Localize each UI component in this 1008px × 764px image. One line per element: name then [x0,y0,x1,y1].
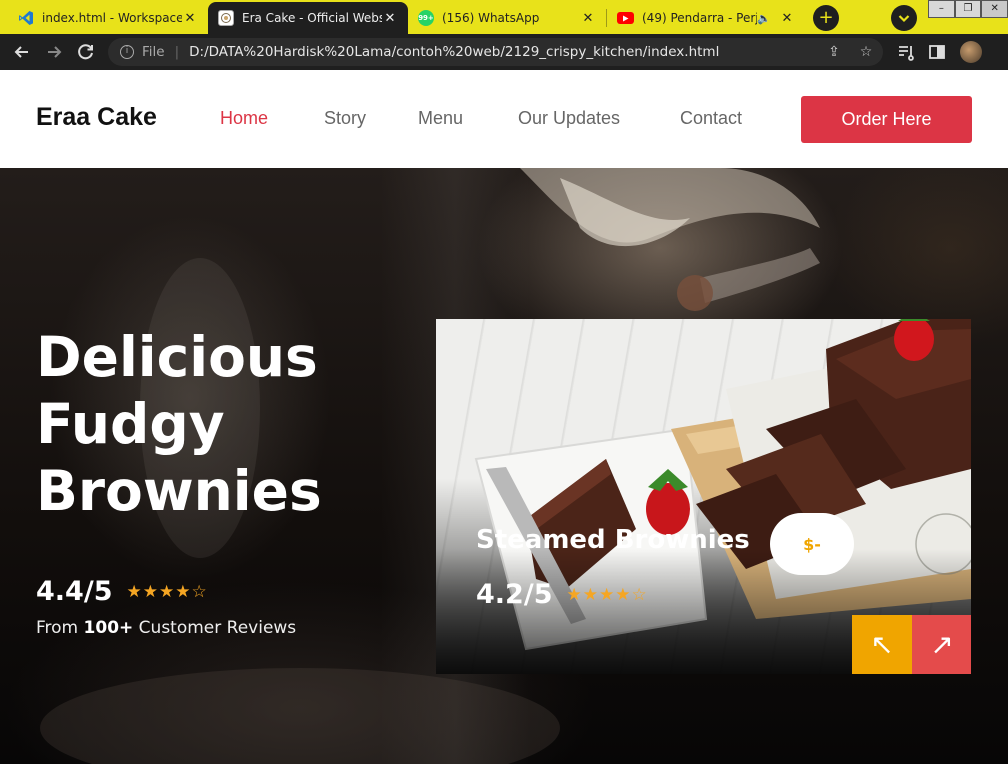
next-slide-button[interactable]: ↗ [912,615,971,674]
hero-title-line: Brownies [36,459,322,523]
close-tab-icon[interactable]: ✕ [779,11,795,26]
reviews-count: 100+ [83,618,134,638]
reviews-prefix: From [36,618,79,638]
hero-title-line: Delicious [36,325,318,389]
tab-whatsapp[interactable]: 99+ (156) WhatsApp ✕ [408,2,606,34]
media-control-icon[interactable] [895,41,917,63]
restore-button[interactable]: ❐ [954,0,982,18]
info-icon[interactable]: i [120,45,134,59]
address-bar[interactable]: i File | D:/DATA%20Hardisk%20Lama/contoh… [108,38,883,66]
tab-era-cake[interactable]: Era Cake - Official Website ✕ [208,2,408,34]
window-controls: – ❐ ✕ [928,0,1008,18]
url-text[interactable]: D:/DATA%20Hardisk%20Lama/contoh%20web/21… [189,44,719,60]
hero-rating: 4.4/5 ★★★★☆ [36,576,208,607]
site-header: Eraa Cake Home Story Menu Our Updates Co… [0,70,1008,168]
tab-search-button[interactable] [891,5,917,31]
arrow-right-icon [48,46,62,58]
new-tab-button[interactable]: + [813,5,839,31]
bookmark-star-icon[interactable]: ☆ [856,42,876,62]
hero-rating-value: 4.4/5 [36,576,113,607]
tab-title: (156) WhatsApp [442,11,540,25]
site-favicon-icon [218,10,234,26]
previous-slide-button[interactable]: ↖ [852,615,912,674]
minimize-button[interactable]: – [928,0,955,18]
star-rating-icon: ★★★★☆ [126,581,208,602]
arrow-up-right-icon: ↗ [930,628,954,661]
hero-reviews-text: From 100+ Customer Reviews [36,618,296,638]
youtube-icon [617,12,634,24]
side-panel-icon[interactable] [926,41,948,63]
tab-title: Era Cake - Official Website [242,11,382,25]
chevron-down-icon [898,15,910,23]
star-rating-icon: ★★★★☆ [566,584,648,605]
product-rating-value: 4.2/5 [476,579,553,610]
forward-button[interactable] [42,40,66,64]
reload-icon [78,44,93,60]
tab-vscode[interactable]: index.html - Workspace - ✕ [8,2,208,34]
hero-title: Delicious Fudgy Brownies [36,324,396,525]
tab-youtube[interactable]: (49) Pendarra - Perjal 🔈 ✕ [607,2,805,34]
arrow-up-left-icon: ↖ [870,628,894,661]
close-tab-icon[interactable]: ✕ [182,11,198,26]
price-badge: $- [770,513,854,575]
whatsapp-icon: 99+ [418,10,434,26]
browser-toolbar: i File | D:/DATA%20Hardisk%20Lama/contoh… [0,34,1008,70]
speaker-icon[interactable]: 🔈 [757,12,771,25]
order-here-button[interactable]: Order Here [801,96,972,143]
close-tab-icon[interactable]: ✕ [382,11,398,26]
arrow-left-icon [14,46,28,58]
nav-our-updates[interactable]: Our Updates [518,108,620,129]
product-rating: 4.2/5 ★★★★☆ [476,579,648,610]
nav-menu[interactable]: Menu [418,108,463,129]
profile-avatar[interactable] [960,41,982,63]
brand-logo[interactable]: Eraa Cake [36,103,157,132]
nav-contact[interactable]: Contact [680,108,742,129]
nav-story[interactable]: Story [324,108,366,129]
tab-title: (49) Pendarra - Perjal [642,11,758,25]
back-button[interactable] [10,40,34,64]
hero-section: Delicious Fudgy Brownies 4.4/5 ★★★★☆ Fro… [0,168,1008,764]
share-icon[interactable]: ⇪ [824,42,844,62]
close-tab-icon[interactable]: ✕ [580,11,596,26]
tab-title: index.html - Workspace - [42,11,182,25]
address-divider: | [174,44,180,60]
product-card[interactable]: Steamed Brownies $- 4.2/5 ★★★★☆ ↖ ↗ [436,319,971,674]
hero-title-line: Fudgy [36,392,225,456]
vscode-icon [18,10,34,26]
browser-tab-strip: index.html - Workspace - ✕ Era Cake - Of… [0,0,1008,34]
scheme-label: File [142,44,165,60]
reload-button[interactable] [74,40,98,64]
nav-home[interactable]: Home [220,108,268,129]
close-window-button[interactable]: ✕ [981,0,1008,18]
product-name: Steamed Brownies [476,525,750,555]
reviews-suffix: Customer Reviews [138,618,297,638]
